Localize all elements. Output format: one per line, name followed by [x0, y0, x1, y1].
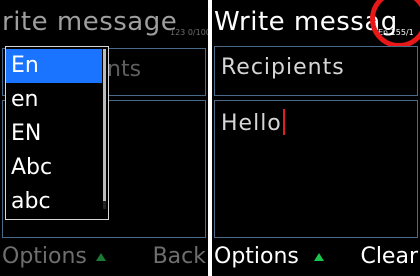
clear-softkey[interactable]: Clear	[360, 242, 418, 272]
char-counter: 123 0/100	[170, 28, 208, 37]
back-softkey[interactable]: Back	[153, 242, 206, 272]
options-softkey[interactable]: Options	[2, 242, 87, 272]
message-text-wrapper: Hello	[221, 109, 285, 139]
softkey-bar: Options Back	[0, 238, 208, 276]
screen-after: Write messag En 155/1 Recipients Hello O…	[212, 0, 420, 276]
dropdown-item[interactable]: en	[6, 83, 102, 117]
dropdown-scrollbar[interactable]	[103, 49, 106, 209]
softkey-bar: Options Clear	[212, 238, 420, 276]
message-text: Hello	[221, 111, 282, 136]
text-cursor	[282, 109, 285, 135]
dropdown-item[interactable]: En	[6, 49, 102, 83]
screen-before: rite message 123 0/100 nts En en EN Abc …	[0, 0, 208, 276]
message-field[interactable]: Hello	[214, 100, 418, 238]
recipients-placeholder: nts	[107, 57, 142, 82]
up-arrow-icon	[314, 253, 324, 261]
recipients-field[interactable]: Recipients	[214, 46, 418, 96]
dropdown-item[interactable]: EN	[6, 117, 102, 151]
dropdown-item[interactable]: Abc	[6, 151, 102, 185]
options-softkey[interactable]: Options	[214, 242, 299, 272]
recipients-placeholder: Recipients	[221, 55, 345, 80]
input-mode-dropdown[interactable]: En en EN Abc abc	[5, 46, 109, 220]
dropdown-item[interactable]: abc	[6, 185, 102, 219]
title: rite message	[2, 7, 178, 37]
highlight-circle-annotation	[370, 0, 420, 48]
up-arrow-icon	[96, 253, 106, 261]
scrollbar-thumb[interactable]	[103, 49, 106, 201]
